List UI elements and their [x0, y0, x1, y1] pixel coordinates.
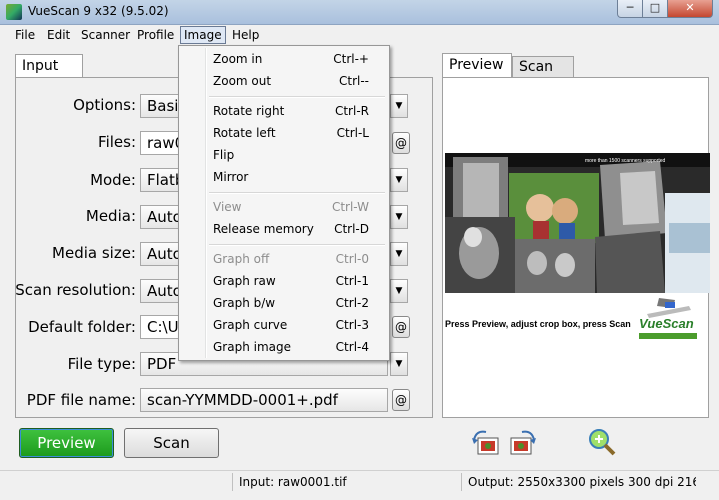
- media-size-dropdown-arrow[interactable]: ▼: [390, 242, 408, 266]
- menu-item-label: Graph image: [213, 340, 291, 354]
- menu-image[interactable]: Image: [180, 26, 226, 44]
- vuescan-logo-stripe: [639, 333, 697, 339]
- menu-file[interactable]: File: [12, 27, 38, 43]
- media-label: Media:: [85, 207, 136, 225]
- window-title: VueScan 9 x32 (9.5.02): [28, 4, 169, 18]
- menu-item-shortcut: Ctrl-1: [335, 274, 369, 288]
- files-label: Files:: [98, 133, 136, 151]
- title-bar: VueScan 9 x32 (9.5.02) ─ □ ✕: [0, 0, 719, 25]
- media-size-label: Media size:: [52, 244, 136, 262]
- vuescan-app-icon[interactable]: [6, 4, 22, 20]
- vuescan-logo: VueScan: [639, 296, 699, 342]
- menu-item-label: Mirror: [213, 170, 249, 184]
- menu-item-label: Graph b/w: [213, 296, 276, 310]
- menu-item-shortcut: Ctrl-4: [335, 340, 369, 354]
- menu-item-shortcut: Ctrl--: [338, 74, 369, 88]
- minimize-button[interactable]: ─: [617, 0, 643, 18]
- preview-button[interactable]: Preview: [19, 428, 114, 458]
- menu-item-shortcut: Ctrl-L: [336, 126, 369, 140]
- scan-resolution-label: Scan resolution:: [15, 281, 136, 299]
- menu-item-zoom-in[interactable]: Zoom in Ctrl-+: [181, 48, 387, 70]
- menu-item-label: Flip: [213, 148, 235, 162]
- media-dropdown-arrow[interactable]: ▼: [390, 205, 408, 229]
- preview-banner-text: more than 1500 scanners supported: [585, 158, 666, 164]
- menu-item-label: Rotate right: [213, 104, 285, 118]
- menu-item-shortcut: Ctrl-W: [331, 200, 369, 214]
- menu-item-mirror[interactable]: Mirror: [181, 166, 387, 188]
- menu-bar: File Edit Scanner Profile Image Help: [0, 25, 719, 45]
- menu-item-flip[interactable]: Flip: [181, 144, 387, 166]
- menu-separator: [209, 192, 385, 194]
- menu-item-label: Rotate left: [213, 126, 276, 140]
- menu-item-rotate-right[interactable]: Rotate right Ctrl-R: [181, 100, 387, 122]
- menu-item-label: Release memory: [213, 222, 314, 236]
- tab-input[interactable]: Input: [15, 54, 83, 78]
- tab-preview[interactable]: Preview: [442, 53, 512, 77]
- vuescan-logo-text: VueScan: [639, 316, 694, 331]
- menu-separator: [209, 244, 385, 246]
- menu-item-rotate-left[interactable]: Rotate left Ctrl-L: [181, 122, 387, 144]
- options-dropdown-arrow[interactable]: ▼: [390, 94, 408, 118]
- menu-item-label: Graph off: [213, 252, 270, 266]
- default-folder-label: Default folder:: [28, 318, 136, 336]
- menu-item-graph-bw[interactable]: Graph b/w Ctrl-2: [181, 292, 387, 314]
- rotate-right-icon[interactable]: [508, 428, 538, 458]
- menu-scanner[interactable]: Scanner: [78, 27, 133, 43]
- preview-caption: Press Preview, adjust crop box, press Sc…: [445, 319, 631, 329]
- menu-item-label: Graph curve: [213, 318, 288, 332]
- status-output: Output: 2550x3300 pixels 300 dpi 216x27.…: [461, 473, 696, 491]
- menu-item-graph-off: Graph off Ctrl-0: [181, 248, 387, 270]
- menu-item-graph-raw[interactable]: Graph raw Ctrl-1: [181, 270, 387, 292]
- menu-item-graph-image[interactable]: Graph image Ctrl-4: [181, 336, 387, 358]
- menu-item-view: View Ctrl-W: [181, 196, 387, 218]
- maximize-button[interactable]: □: [642, 0, 668, 18]
- files-at-button[interactable]: @: [392, 132, 410, 154]
- mode-label: Mode:: [90, 171, 136, 189]
- menu-item-shortcut: Ctrl-R: [334, 104, 369, 118]
- vuescan-logo-icon: [647, 298, 691, 318]
- rotate-left-icon[interactable]: [470, 428, 500, 458]
- menu-item-label: Zoom out: [213, 74, 272, 88]
- menu-item-graph-curve[interactable]: Graph curve Ctrl-3: [181, 314, 387, 336]
- menu-item-label: Zoom in: [213, 52, 263, 66]
- pdf-file-name-label: PDF file name:: [26, 391, 136, 409]
- menu-item-shortcut: Ctrl-3: [335, 318, 369, 332]
- scan-button[interactable]: Scan: [124, 428, 219, 458]
- menu-profile[interactable]: Profile: [134, 27, 177, 43]
- menu-item-label: Graph raw: [213, 274, 276, 288]
- default-folder-at-button[interactable]: @: [392, 316, 410, 338]
- menu-item-shortcut: Ctrl-2: [335, 296, 369, 310]
- options-label: Options:: [73, 96, 136, 114]
- preview-area[interactable]: more than 1500 scanners supported Press …: [442, 77, 710, 418]
- mode-dropdown-arrow[interactable]: ▼: [390, 168, 408, 192]
- menu-help[interactable]: Help: [229, 27, 262, 43]
- preview-collage-image: more than 1500 scanners supported: [445, 153, 710, 293]
- image-menu-dropdown: Zoom in Ctrl-+ Zoom out Ctrl-- Rotate ri…: [178, 45, 390, 361]
- file-type-dropdown-arrow[interactable]: ▼: [390, 352, 408, 376]
- file-type-label: File type:: [67, 355, 136, 373]
- close-button[interactable]: ✕: [667, 0, 713, 18]
- menu-item-release-memory[interactable]: Release memory Ctrl-D: [181, 218, 387, 240]
- pdf-file-name-at-button[interactable]: @: [392, 389, 410, 411]
- menu-item-shortcut: Ctrl-+: [333, 52, 369, 66]
- tab-scan[interactable]: Scan: [512, 56, 574, 78]
- zoom-in-icon[interactable]: [586, 426, 616, 456]
- menu-item-label: View: [213, 200, 242, 214]
- menu-separator: [209, 96, 385, 98]
- status-bar: Input: raw0001.tif Output: 2550x3300 pix…: [0, 470, 719, 500]
- status-input: Input: raw0001.tif: [232, 473, 465, 491]
- menu-item-shortcut: Ctrl-D: [334, 222, 369, 236]
- menu-item-zoom-out[interactable]: Zoom out Ctrl--: [181, 70, 387, 92]
- menu-item-shortcut: Ctrl-0: [335, 252, 369, 266]
- menu-edit[interactable]: Edit: [44, 27, 73, 43]
- scan-resolution-dropdown-arrow[interactable]: ▼: [390, 279, 408, 303]
- pdf-file-name-select[interactable]: scan-YYMMDD-0001+.pdf: [140, 388, 388, 412]
